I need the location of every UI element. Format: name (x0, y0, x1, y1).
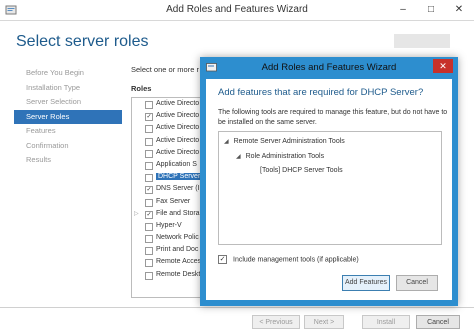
role-checkbox[interactable]: ✓ (145, 113, 153, 122)
destination-server-blurred (394, 34, 450, 48)
nav-item-server-roles[interactable]: Server Roles (14, 109, 122, 124)
nav-item-features[interactable]: Features (14, 124, 122, 139)
role-checkbox[interactable] (145, 161, 153, 170)
minimize-button[interactable]: – (390, 2, 416, 17)
maximize-icon: □ (427, 4, 435, 15)
dialog-cancel-button[interactable]: Cancel (396, 275, 438, 291)
tree-item-dhcp-tools: [Tools] DHCP Server Tools (260, 167, 343, 174)
dialog-body: Add features that are required for DHCP … (206, 79, 452, 300)
include-management-tools[interactable]: ✓ Include management tools (if applicable… (218, 255, 359, 264)
role-checkbox[interactable] (145, 247, 153, 256)
role-checkbox[interactable] (145, 174, 153, 183)
next-button[interactable]: Next > (304, 315, 344, 329)
collapse-triangle-icon[interactable]: ◢ (236, 154, 241, 160)
close-icon: ✕ (454, 4, 464, 15)
dialog-title: Add Roles and Features Wizard (261, 62, 397, 73)
wizard-footer: < Previous Next > Install Cancel (0, 307, 474, 335)
required-features-tree: ◢ Remote Server Administration Tools ◢ Rol… (218, 131, 442, 245)
tree-item-label: Remote Server Administration Tools (233, 138, 345, 145)
role-label: Print and Doc (156, 246, 199, 254)
role-label: Active Directo (156, 148, 200, 156)
role-label: Remote Access (156, 258, 205, 266)
role-checkbox[interactable] (145, 222, 153, 231)
role-label: Network Polic (156, 234, 199, 242)
install-button[interactable]: Install (362, 315, 410, 329)
role-label: Active Directo (156, 136, 200, 144)
role-checkbox[interactable] (145, 101, 153, 109)
close-icon: ✕ (439, 61, 447, 71)
instruction-text: Select one or more r (131, 65, 199, 74)
add-features-button[interactable]: Add Features (342, 275, 390, 291)
role-label: Remote Deskt (156, 270, 201, 278)
role-label: Active Directo (156, 112, 200, 120)
role-label: Hyper-V (156, 221, 182, 229)
role-label: Fax Server (156, 197, 191, 205)
tree-item-rsat: ◢ Remote Server Administration Tools (224, 138, 345, 145)
page-title: Select server roles (16, 33, 149, 50)
role-checkbox[interactable] (145, 235, 153, 244)
tree-item-role-admin-tools: ◢ Role Administration Tools (236, 153, 324, 160)
dialog-heading: Add features that are required for DHCP … (218, 87, 424, 98)
include-tools-checkbox[interactable]: ✓ (218, 255, 227, 264)
previous-button[interactable]: < Previous (252, 315, 300, 329)
role-checkbox[interactable] (145, 271, 153, 280)
roles-heading: Roles (131, 84, 152, 93)
tree-item-label: Role Administration Tools (245, 153, 325, 160)
tree-item-label: [Tools] DHCP Server Tools (260, 167, 343, 174)
role-label: Application S (156, 160, 197, 168)
cancel-button[interactable]: Cancel (416, 315, 460, 329)
role-label: DNS Server (I (156, 185, 200, 193)
maximize-button[interactable]: □ (418, 2, 444, 17)
nav-item-confirmation[interactable]: Confirmation (14, 139, 122, 154)
window-titlebar: Add Roles and Features Wizard – □ ✕ (0, 0, 474, 21)
nav-item-results[interactable]: Results (14, 153, 122, 168)
collapse-triangle-icon[interactable]: ◢ (224, 139, 229, 145)
nav-item-server-selection[interactable]: Server Selection (14, 95, 122, 110)
dialog-close-button[interactable]: ✕ (433, 59, 453, 73)
role-checkbox[interactable] (145, 125, 153, 134)
include-tools-label: Include management tools (if applicable) (233, 256, 359, 264)
dialog-description: The following tools are required to mana… (218, 109, 448, 126)
add-features-dialog: Add Roles and Features Wizard ✕ Add feat… (200, 57, 458, 306)
close-button[interactable]: ✕ (446, 2, 472, 17)
role-checkbox[interactable]: ✓ (145, 210, 153, 219)
role-checkbox[interactable] (145, 137, 153, 146)
role-label: Active Directo (156, 124, 200, 132)
role-checkbox[interactable]: ✓ (145, 186, 153, 195)
role-label: Active Directo (156, 100, 200, 107)
role-label: File and Stora (156, 209, 200, 217)
wizard-steps-nav: Before You Begin Installation Type Serve… (14, 66, 122, 168)
role-checkbox[interactable] (145, 198, 153, 207)
nav-item-before-you-begin[interactable]: Before You Begin (14, 66, 122, 81)
nav-item-installation-type[interactable]: Installation Type (14, 81, 122, 96)
expand-triangle-icon[interactable]: ▷ (134, 208, 139, 220)
role-label: DHCP Server (156, 173, 203, 181)
role-checkbox[interactable] (145, 149, 153, 158)
role-checkbox[interactable] (145, 259, 153, 268)
minimize-icon: – (400, 4, 406, 15)
